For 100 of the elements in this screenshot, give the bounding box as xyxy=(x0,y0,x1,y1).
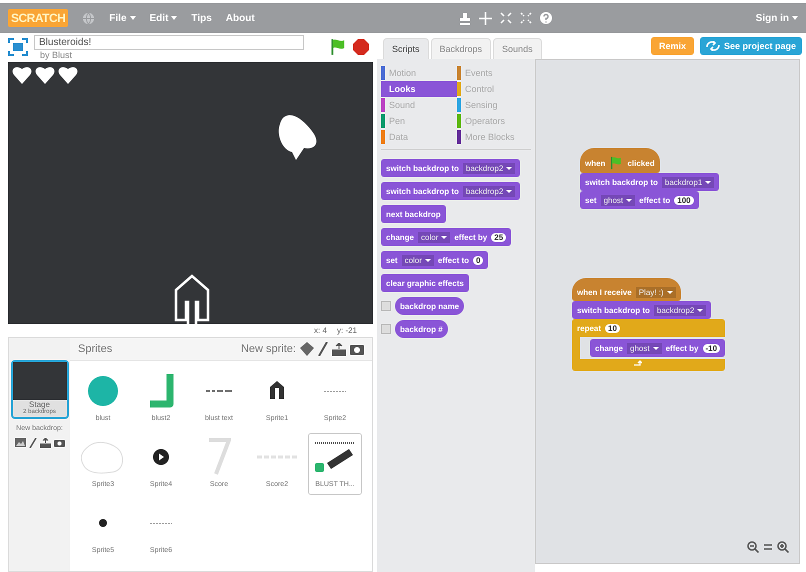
sign-in-menu[interactable]: Sign in xyxy=(756,12,798,24)
see-project-page-button[interactable]: See project page xyxy=(700,37,802,55)
code-block[interactable]: next backdrop xyxy=(381,205,446,223)
block-text: set xyxy=(386,256,398,264)
block-text: when xyxy=(585,158,606,168)
tab[interactable]: Sounds xyxy=(493,38,542,59)
stamp-icon[interactable] xyxy=(458,12,471,24)
menu-item[interactable]: File xyxy=(109,12,136,24)
dropdown-field[interactable]: ghost xyxy=(600,194,636,206)
hat-block[interactable]: when I receive Play! :) xyxy=(572,278,681,301)
grow-icon[interactable] xyxy=(500,12,512,24)
reset-zoom-icon[interactable] xyxy=(763,541,773,553)
code-block[interactable]: set ghost effect to 100 xyxy=(580,191,699,209)
block-text: next backdrop xyxy=(386,210,441,218)
number-field[interactable]: 10 xyxy=(605,324,620,332)
block-text: backdrop # xyxy=(400,324,443,334)
flag-icon xyxy=(609,156,624,170)
block-text: clear graphic effects xyxy=(386,278,464,288)
mouse-x-readout: x: 4 xyxy=(314,326,327,335)
block-text: backdrop name xyxy=(400,302,460,310)
code-block[interactable]: switch backdrop to backdrop2 xyxy=(381,182,520,200)
code-block[interactable]: clear graphic effects xyxy=(381,274,469,292)
code-block[interactable]: switch backdrop to backdrop2 xyxy=(572,301,712,319)
sprites-heading: Sprites xyxy=(78,343,112,355)
zoom-out-icon[interactable] xyxy=(747,541,759,553)
reporter-block[interactable]: backdrop name xyxy=(395,297,464,315)
block-text: switch backdrop to xyxy=(386,164,459,172)
dropdown-field[interactable]: backdrop2 xyxy=(462,186,516,196)
number-field[interactable]: -10 xyxy=(702,344,720,352)
tab[interactable]: Backdrops xyxy=(430,38,492,59)
block-text: effect by xyxy=(666,344,698,352)
upload-icon[interactable] xyxy=(332,342,346,356)
repeat-block[interactable]: repeat 10 change ghost effect by -10 xyxy=(572,319,726,371)
paint-brush-icon[interactable] xyxy=(28,438,36,448)
flag-icon xyxy=(329,38,347,56)
cross-arrows-icon[interactable] xyxy=(478,12,492,24)
new-sprite-label: New sprite: xyxy=(240,343,296,355)
block-text: effect to xyxy=(438,256,470,264)
block-text: set xyxy=(585,196,597,204)
camera-icon[interactable] xyxy=(350,343,364,355)
stage-thumbnail xyxy=(12,362,66,400)
scribble-drawing xyxy=(205,388,233,394)
play-icon xyxy=(153,449,169,465)
asteroid-drawing xyxy=(278,114,318,160)
project-author: by Blust xyxy=(39,50,74,60)
dropdown-field[interactable]: ghost xyxy=(627,342,662,354)
project-title-field[interactable]: Blusteroids! xyxy=(34,34,304,50)
shrink-icon[interactable] xyxy=(520,12,532,24)
dashes-drawing xyxy=(324,390,346,392)
block-text: change xyxy=(595,344,624,352)
help-icon[interactable] xyxy=(540,12,552,24)
checkbox[interactable] xyxy=(381,301,391,311)
code-block[interactable]: set color effect to 0 xyxy=(381,251,488,269)
number-field[interactable]: 0 xyxy=(473,256,484,264)
menu-item[interactable]: Edit xyxy=(150,12,178,24)
code-block[interactable]: change color effect by 25 xyxy=(381,228,512,246)
mouse-y-readout: y: -21 xyxy=(336,326,357,335)
code-block[interactable]: switch backdrop to backdrop2 xyxy=(381,159,520,177)
cloud-outline-drawing xyxy=(81,440,125,474)
dashes-drawing xyxy=(150,522,172,524)
block-text: switch backdrop to xyxy=(386,186,459,196)
number-field[interactable]: 100 xyxy=(674,196,694,204)
sprite-library-icon[interactable] xyxy=(300,342,314,356)
category-button[interactable]: Looks xyxy=(381,81,457,97)
fullscreen-icon[interactable] xyxy=(8,38,28,56)
swap-arrows-icon xyxy=(706,41,720,51)
ship-drawing xyxy=(268,380,286,402)
block-text: clicked xyxy=(627,158,655,168)
seven-outline-drawing xyxy=(207,438,231,476)
reporter-block[interactable]: backdrop # xyxy=(395,320,448,338)
block-text: switch backdrop to xyxy=(577,306,650,314)
stop-icon[interactable] xyxy=(353,39,369,56)
hat-block[interactable]: when clicked xyxy=(580,148,660,173)
code-block[interactable]: change ghost effect by -10 xyxy=(590,339,726,357)
number-field[interactable]: 25 xyxy=(491,232,506,242)
zoom-in-icon[interactable] xyxy=(777,541,789,553)
dropdown-field[interactable]: backdrop1 xyxy=(662,176,714,188)
stage-label: Stage xyxy=(29,400,50,409)
block-text: effect to xyxy=(639,196,670,204)
board-drawing xyxy=(313,439,357,475)
camera-icon[interactable] xyxy=(54,438,64,447)
dropdown-field[interactable]: color xyxy=(418,232,450,242)
block-text: change xyxy=(386,232,414,242)
menu-item[interactable]: Tips xyxy=(191,12,212,24)
spaceship-drawing xyxy=(172,274,212,324)
dropdown-field[interactable]: color xyxy=(402,254,434,266)
menu-item[interactable]: About xyxy=(226,12,255,24)
tab[interactable]: Scripts xyxy=(383,38,429,59)
paint-brush-icon[interactable] xyxy=(318,342,328,356)
dropdown-field[interactable]: Play! :) xyxy=(636,286,676,298)
block-text: when I receive xyxy=(577,288,632,296)
upload-icon[interactable] xyxy=(40,438,50,448)
block-text: repeat xyxy=(577,324,602,332)
circle-drawing xyxy=(87,375,119,407)
code-block[interactable]: switch backdrop to backdrop1 xyxy=(580,173,720,191)
dropdown-field[interactable]: backdrop2 xyxy=(654,304,706,316)
block-text: effect by xyxy=(454,232,488,242)
dropdown-field[interactable]: backdrop2 xyxy=(462,162,516,174)
image-icon[interactable] xyxy=(14,438,26,447)
checkbox[interactable] xyxy=(381,324,391,334)
